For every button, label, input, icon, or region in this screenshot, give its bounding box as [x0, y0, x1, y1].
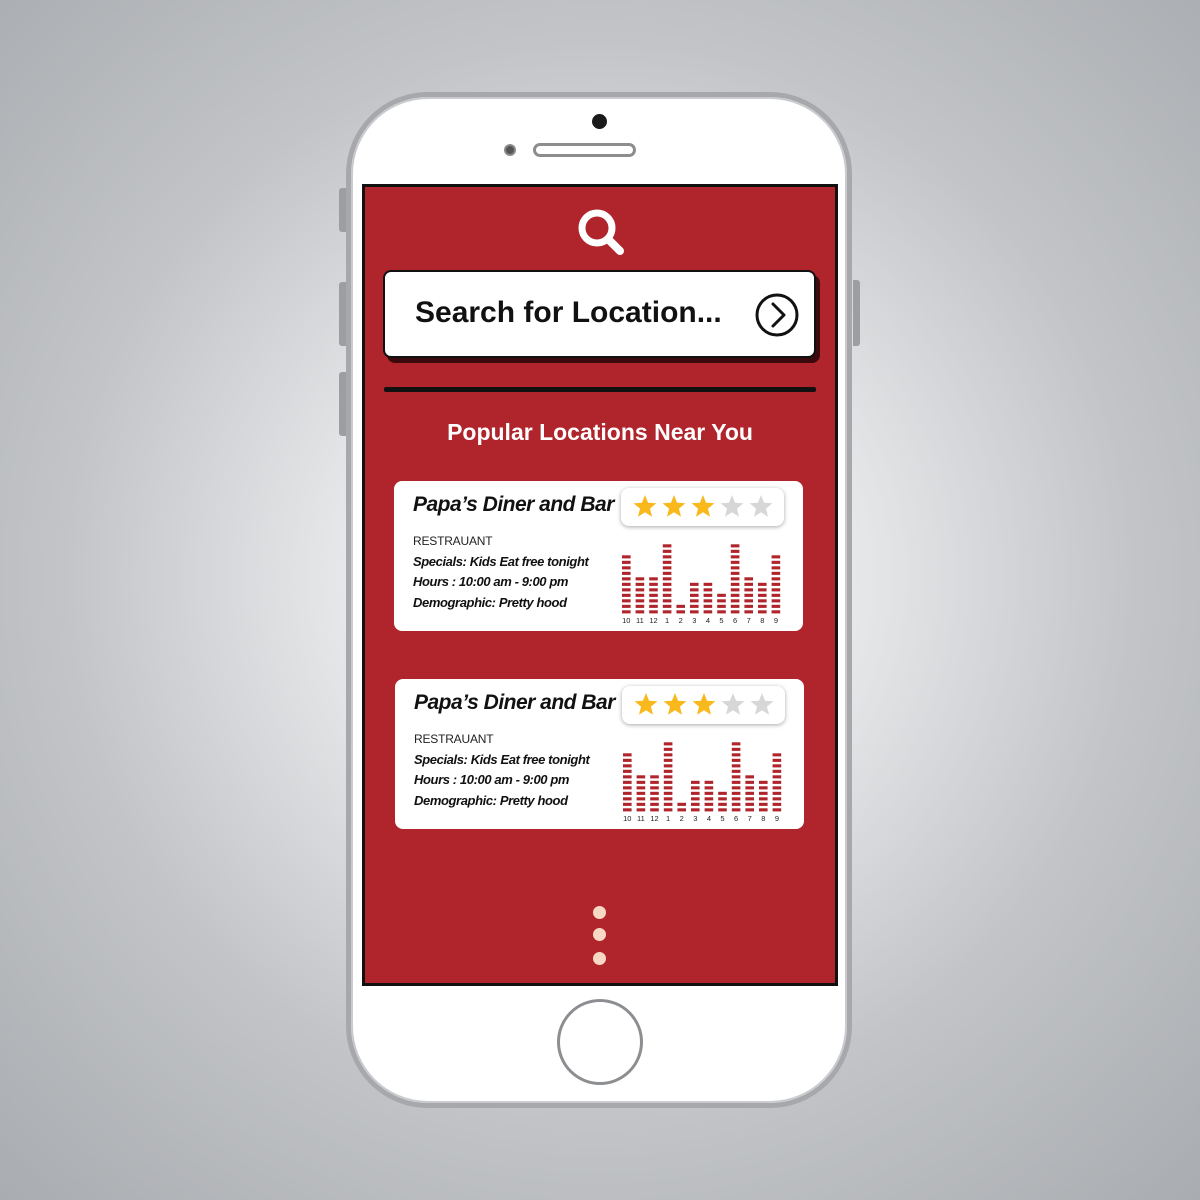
proximity-sensor [504, 144, 516, 156]
location-hours: Hours : 10:00 am - 9:00 pm [414, 772, 570, 787]
chart-bar [691, 780, 700, 812]
power-button [853, 280, 860, 346]
more-dot [593, 952, 606, 965]
chart-tick-label: 7 [748, 814, 752, 823]
chart-tick-label: 5 [720, 814, 724, 823]
location-card[interactable]: Papa’s Diner and Bar RESTRAUANT Specials… [394, 481, 803, 631]
star-filled-icon [634, 693, 658, 715]
chart-bar [662, 544, 672, 614]
chart-bar [730, 544, 740, 614]
home-button[interactable] [557, 999, 643, 1085]
location-name[interactable]: Papa’s Diner and Bar [413, 493, 614, 517]
location-type: RESTRAUANT [413, 534, 493, 548]
chart-tick-label: 2 [680, 814, 684, 823]
chart-bar [635, 577, 645, 614]
location-hours: Hours : 10:00 am - 9:00 pm [413, 574, 569, 589]
chart-tick-label: 12 [649, 616, 657, 625]
chart-tick-label: 3 [692, 616, 696, 625]
chart-bar [771, 555, 781, 614]
location-name[interactable]: Papa’s Diner and Bar [414, 691, 615, 715]
chevron-right-circle-icon[interactable] [753, 291, 801, 339]
chart-bar [650, 775, 659, 812]
more-dot [593, 906, 606, 919]
chart-tick-label: 5 [719, 616, 723, 625]
star-rating [621, 488, 784, 526]
chart-bar [623, 753, 632, 812]
chart-bar [718, 791, 727, 812]
chart-tick-label: 1 [665, 616, 669, 625]
rating-stars [634, 693, 774, 715]
chart-tick-label: 6 [734, 814, 738, 823]
star-filled-icon [692, 693, 716, 715]
chart-tick-label: 2 [679, 616, 683, 625]
chart-bar [717, 593, 726, 614]
chart-bar [758, 582, 767, 614]
chart-bar [663, 742, 673, 812]
chart-bar [703, 582, 713, 614]
chart-bar [772, 753, 782, 812]
search-input[interactable]: Search for Location... [415, 296, 722, 330]
chart-tick-label: 11 [636, 616, 644, 625]
chart-tick-label: 9 [775, 814, 779, 823]
chart-tick-label: 10 [622, 616, 630, 625]
chart-bar [622, 555, 631, 614]
star-filled-icon [691, 495, 715, 517]
star-empty-icon [720, 495, 744, 517]
chart-tick-label: 12 [650, 814, 658, 823]
popular-times-chart: 10 11 12 1 2 3 4 5 6 7 8 9 [622, 544, 781, 625]
chart-tick-label: 1 [666, 814, 670, 823]
chart-tick-label: 6 [733, 616, 737, 625]
chart-bar [731, 742, 741, 812]
location-card[interactable]: Papa’s Diner and Bar RESTRAUANT Specials… [395, 679, 804, 829]
chart-tick-label: 7 [747, 616, 751, 625]
popular-times-chart: 10 11 12 1 2 3 4 5 6 7 8 9 [623, 742, 782, 823]
chart-tick-label: 9 [774, 616, 778, 625]
front-camera [592, 114, 607, 129]
chart-tick-label: 8 [761, 814, 765, 823]
chart-bar [676, 604, 685, 614]
chart-bar [744, 577, 753, 614]
more-dot [593, 928, 606, 941]
star-empty-icon [749, 495, 773, 517]
earpiece-speaker [533, 143, 636, 157]
chart-bar [745, 775, 754, 812]
chart-tick-label: 4 [706, 616, 710, 625]
star-rating [622, 686, 785, 724]
divider [384, 387, 816, 392]
chart-tick-label: 4 [707, 814, 711, 823]
chart-bar [759, 780, 768, 812]
chart-bar [704, 780, 714, 812]
section-title: Popular Locations Near You [447, 419, 753, 445]
location-specials: Specials: Kids Eat free tonight [413, 554, 589, 569]
side-button-top [339, 188, 346, 232]
star-filled-icon [662, 495, 686, 517]
search-bar[interactable]: Search for Location... [383, 270, 816, 358]
chart-bar [649, 577, 658, 614]
star-empty-icon [750, 693, 774, 715]
star-filled-icon [633, 495, 657, 517]
location-type: RESTRAUANT [414, 732, 494, 746]
star-filled-icon [663, 693, 687, 715]
chart-tick-label: 11 [637, 814, 645, 823]
chart-bar [677, 802, 686, 812]
location-demographic: Demographic: Pretty hood [413, 595, 567, 610]
location-specials: Specials: Kids Eat free tonight [414, 752, 590, 767]
search-icon[interactable] [576, 207, 626, 257]
rating-stars [633, 495, 773, 517]
star-empty-icon [721, 693, 745, 715]
chart-tick-label: 8 [760, 616, 764, 625]
chart-bar [636, 775, 646, 812]
volume-up-button [339, 282, 346, 346]
chart-tick-label: 3 [693, 814, 697, 823]
volume-down-button [339, 372, 346, 436]
chart-bar [690, 582, 699, 614]
chart-tick-label: 10 [623, 814, 631, 823]
location-demographic: Demographic: Pretty hood [414, 793, 568, 808]
